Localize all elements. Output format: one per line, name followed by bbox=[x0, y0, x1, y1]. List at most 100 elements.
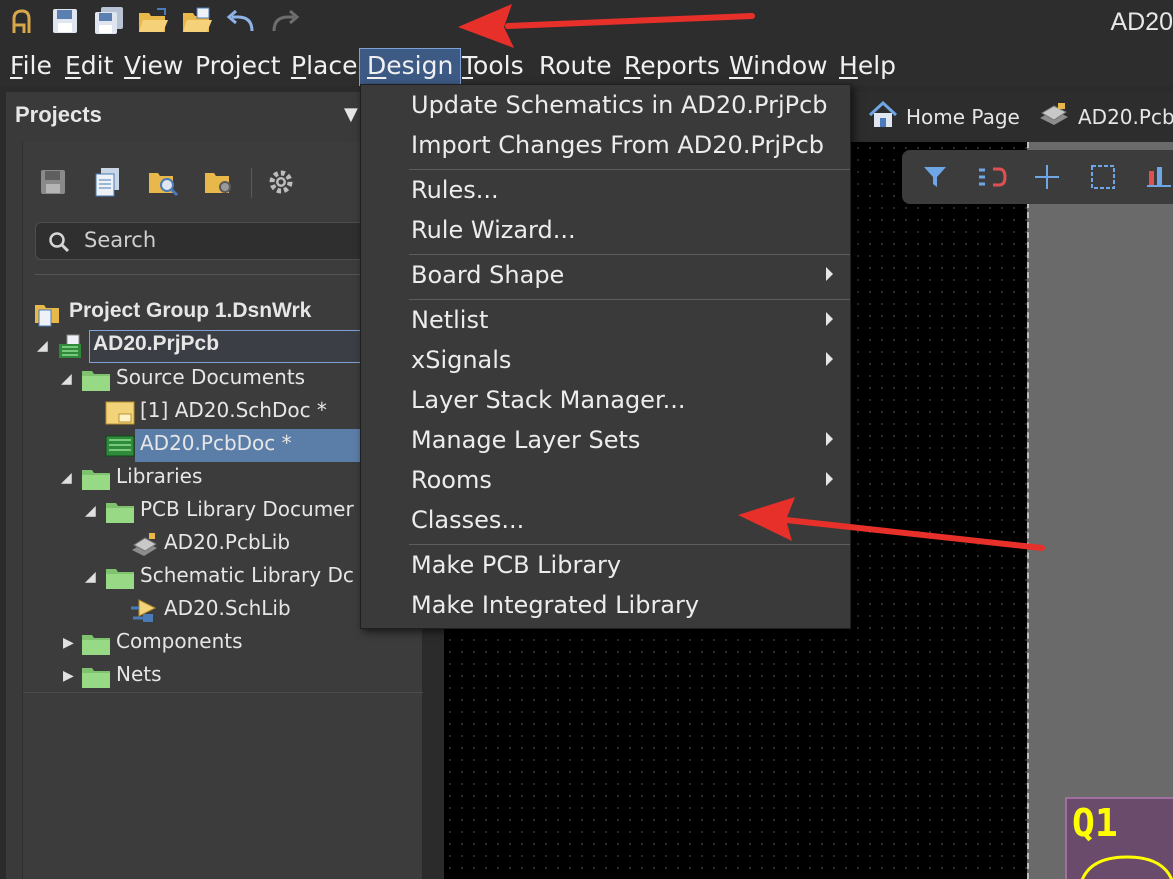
tree-end-divider bbox=[23, 692, 423, 693]
tab-home-page[interactable]: Home Page bbox=[868, 92, 1020, 142]
submenu-arrow-icon bbox=[826, 432, 833, 446]
folder-icon bbox=[105, 499, 134, 525]
undo-icon[interactable] bbox=[224, 4, 258, 38]
collapse-arrow-icon[interactable]: ◢ bbox=[61, 470, 75, 486]
menu-separator bbox=[409, 544, 850, 545]
menu-view-mnemonic: V bbox=[124, 51, 141, 80]
folder-icon bbox=[81, 664, 110, 690]
project-options-icon[interactable] bbox=[145, 164, 181, 200]
folder-icon bbox=[81, 367, 110, 393]
schematic-library-icon bbox=[129, 598, 157, 624]
project-settings-icon[interactable] bbox=[201, 164, 237, 200]
tree-label: [1] AD20.SchDoc * bbox=[140, 398, 327, 422]
tab-pcbdoc-label: AD20.Pcbl bbox=[1078, 105, 1173, 129]
menu-reports-mnemonic: R bbox=[624, 51, 641, 80]
menu-tools[interactable]: Tools bbox=[455, 49, 531, 83]
save-icon[interactable] bbox=[48, 4, 82, 38]
menu-bar: File Edit View Project Place Design Tool… bbox=[0, 44, 1173, 86]
window-title: AD20 bbox=[1110, 8, 1173, 36]
menu-item-label: Rules... bbox=[411, 176, 499, 204]
move-crosshair-icon[interactable] bbox=[1030, 160, 1064, 194]
active-bar-toolbar bbox=[902, 150, 1173, 204]
menu-place[interactable]: Place bbox=[284, 49, 364, 83]
menu-item-xsignals[interactable]: xSignals bbox=[361, 342, 850, 382]
filter-icon[interactable] bbox=[918, 160, 952, 194]
collapse-arrow-icon[interactable]: ◢ bbox=[85, 569, 99, 585]
menu-item-board-shape[interactable]: Board Shape bbox=[361, 257, 850, 297]
collapse-arrow-icon[interactable]: ◢ bbox=[85, 503, 99, 519]
tab-pcbdoc[interactable]: AD20.Pcbl bbox=[1038, 92, 1173, 142]
menu-route-label: Route bbox=[539, 51, 612, 80]
search-icon bbox=[48, 231, 70, 257]
menu-view[interactable]: View bbox=[117, 49, 190, 83]
menu-help[interactable]: Help bbox=[832, 49, 903, 83]
expand-arrow-icon[interactable]: ▶ bbox=[63, 635, 77, 651]
component-q1[interactable]: Q1 bbox=[1065, 797, 1173, 879]
menu-file[interactable]: File bbox=[3, 49, 59, 83]
menu-design[interactable]: Design bbox=[359, 48, 462, 86]
folder-icon bbox=[81, 466, 110, 492]
collapse-arrow-icon[interactable]: ◢ bbox=[37, 338, 51, 354]
menu-window-mnemonic: W bbox=[729, 51, 754, 80]
menu-item-classes[interactable]: Classes... bbox=[361, 502, 850, 542]
save-project-icon[interactable] bbox=[35, 164, 71, 200]
tree-item-components[interactable]: ▶ Components bbox=[23, 627, 423, 660]
tree-item-nets[interactable]: ▶ Nets bbox=[23, 660, 423, 693]
menu-item-make-pcb-library[interactable]: Make PCB Library bbox=[361, 547, 850, 587]
menu-tools-mnemonic: T bbox=[462, 51, 474, 80]
collapse-arrow-icon[interactable]: ◢ bbox=[61, 371, 75, 387]
pcb-project-icon bbox=[57, 334, 85, 360]
menu-item-rule-wizard[interactable]: Rule Wizard... bbox=[361, 212, 850, 252]
menu-item-update-schematics[interactable]: Update Schematics in AD20.PrjPcb bbox=[361, 87, 850, 127]
open-project-icon[interactable] bbox=[180, 4, 214, 38]
pcb-doc-icon bbox=[105, 433, 135, 459]
menu-item-label: Manage Layer Sets bbox=[411, 426, 641, 454]
submenu-arrow-icon bbox=[826, 472, 833, 486]
tree-label: AD20.PcbDoc * bbox=[140, 431, 292, 455]
menu-window[interactable]: Window bbox=[722, 49, 835, 83]
menu-file-mnemonic: F bbox=[10, 51, 23, 80]
search-placeholder: Search bbox=[84, 228, 157, 252]
menu-tools-label: ools bbox=[473, 51, 524, 80]
menu-item-label: Layer Stack Manager... bbox=[411, 386, 686, 414]
tree-label: PCB Library Documer bbox=[140, 497, 354, 521]
schematic-doc-icon bbox=[105, 400, 135, 426]
expand-arrow-icon[interactable]: ▶ bbox=[63, 668, 77, 684]
menu-item-label: Classes... bbox=[411, 506, 525, 534]
menu-item-layer-stack-manager[interactable]: Layer Stack Manager... bbox=[361, 382, 850, 422]
tab-home-label: Home Page bbox=[906, 105, 1020, 129]
menu-separator bbox=[409, 169, 850, 170]
app-logo-icon bbox=[4, 4, 38, 38]
interactive-route-icon[interactable] bbox=[974, 160, 1008, 194]
menu-reports[interactable]: Reports bbox=[617, 49, 727, 83]
menu-item-label: Rooms bbox=[411, 466, 492, 494]
component-designator: Q1 bbox=[1072, 801, 1118, 845]
menu-project[interactable]: Project bbox=[188, 49, 288, 83]
gear-icon[interactable] bbox=[263, 164, 299, 200]
save-all-icon[interactable] bbox=[92, 4, 126, 38]
menu-separator bbox=[409, 299, 850, 300]
title-bar: AD20 bbox=[0, 0, 1173, 44]
panel-menu-dropdown-icon[interactable]: ▼ bbox=[344, 104, 358, 125]
document-tab-bar: Home Page AD20.Pcbl bbox=[850, 92, 1173, 142]
menu-item-rules[interactable]: Rules... bbox=[361, 172, 850, 212]
menu-item-import-changes[interactable]: Import Changes From AD20.PrjPcb bbox=[361, 127, 850, 167]
menu-item-netlist[interactable]: Netlist bbox=[361, 302, 850, 342]
select-rectangle-icon[interactable] bbox=[1086, 160, 1120, 194]
menu-edit[interactable]: Edit bbox=[58, 49, 120, 83]
submenu-arrow-icon bbox=[826, 267, 833, 281]
pcb-document-icon bbox=[1038, 102, 1070, 133]
compile-project-icon[interactable] bbox=[89, 164, 125, 200]
menu-edit-label: dit bbox=[80, 51, 114, 80]
open-folder-icon[interactable] bbox=[136, 4, 170, 38]
redo-icon[interactable] bbox=[268, 4, 302, 38]
menu-item-rooms[interactable]: Rooms bbox=[361, 462, 850, 502]
menu-item-label: Make PCB Library bbox=[411, 551, 622, 579]
search-input[interactable]: Search bbox=[35, 222, 375, 260]
menu-route[interactable]: Route bbox=[532, 49, 619, 83]
align-icon[interactable] bbox=[1142, 160, 1173, 194]
menu-item-make-integrated-library[interactable]: Make Integrated Library bbox=[361, 587, 850, 627]
tree-label: Schematic Library Dc bbox=[140, 563, 354, 587]
folder-icon bbox=[105, 565, 134, 591]
menu-item-manage-layer-sets[interactable]: Manage Layer Sets bbox=[361, 422, 850, 462]
